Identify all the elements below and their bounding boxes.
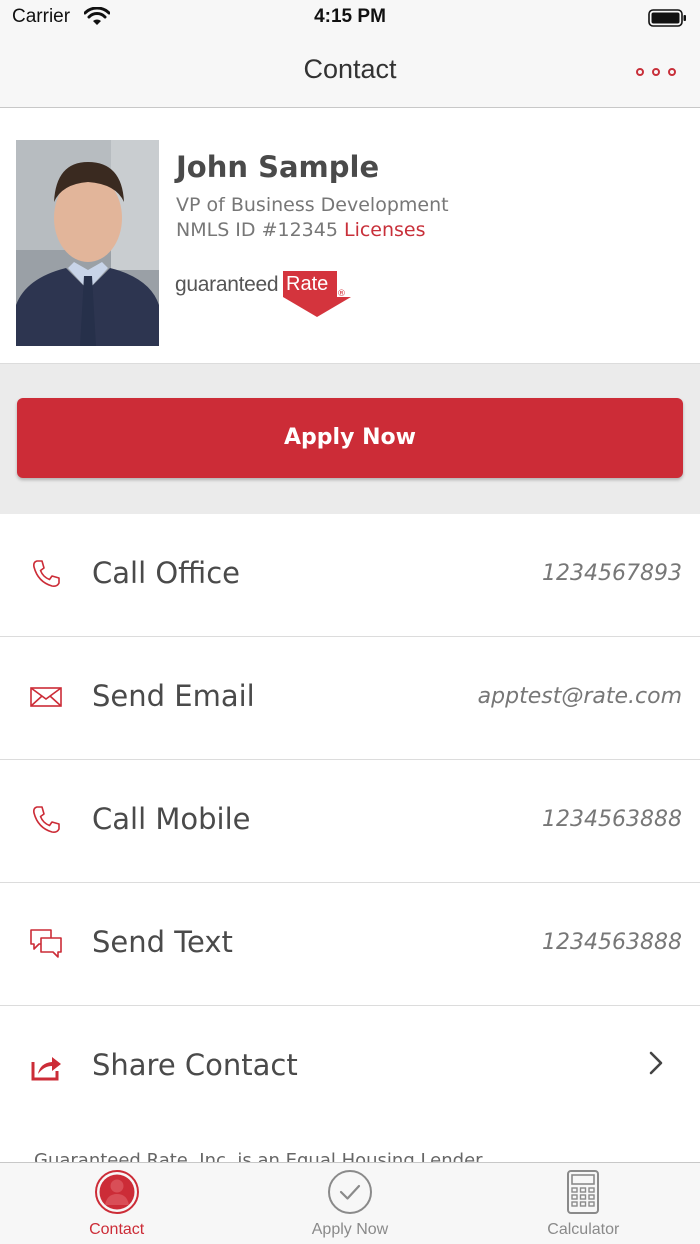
person-icon	[94, 1170, 139, 1214]
tab-calculator-label: Calculator	[547, 1221, 620, 1238]
call-mobile-value: 1234563888	[542, 807, 682, 832]
send-text-value: 1234563888	[542, 930, 682, 955]
tab-contact[interactable]: Contact	[0, 1163, 233, 1244]
logo-text: guaranteed	[175, 273, 279, 296]
tab-bar: Contact Apply Now Calculator	[0, 1162, 700, 1244]
status-bar: Carrier 4:15 PM	[0, 0, 700, 36]
call-mobile-label: Call Mobile	[92, 802, 251, 836]
page-title: Contact	[303, 54, 397, 84]
calculator-icon	[567, 1170, 600, 1214]
apply-section: Apply Now	[0, 364, 700, 514]
call-office-label: Call Office	[92, 556, 241, 590]
envelope-icon	[30, 687, 62, 707]
status-time: 4:15 PM	[314, 6, 386, 27]
profile-card: John Sample VP of Business Development N…	[0, 108, 700, 364]
chat-bubbles-icon	[30, 929, 62, 958]
profile-nmls: NMLS ID #12345 Licenses	[176, 219, 426, 241]
company-logo: guaranteed Rate ®	[175, 271, 355, 319]
phone-icon	[33, 806, 60, 833]
more-options-icon[interactable]	[636, 64, 676, 80]
profile-job-title: VP of Business Development	[176, 194, 449, 216]
navigation-bar: Contact	[0, 36, 700, 108]
send-email-label: Send Email	[92, 679, 255, 713]
phone-icon	[33, 560, 60, 587]
send-text-label: Send Text	[92, 925, 233, 959]
logo-highlight: Rate	[283, 271, 337, 297]
send-text-row[interactable]: Send Text 1234563888	[0, 883, 700, 1006]
call-mobile-row[interactable]: Call Mobile 1234563888	[0, 760, 700, 883]
battery-icon	[648, 9, 686, 27]
profile-name: John Sample	[176, 150, 380, 184]
nmls-id: NMLS ID #12345	[176, 219, 338, 241]
share-contact-row[interactable]: Share Contact	[0, 1006, 700, 1129]
call-office-row[interactable]: Call Office 1234567893	[0, 514, 700, 637]
share-icon	[31, 1057, 61, 1081]
licenses-link[interactable]: Licenses	[344, 219, 426, 241]
logo-registered: ®	[337, 289, 346, 299]
tab-apply-now-label: Apply Now	[311, 1221, 389, 1238]
call-office-value: 1234567893	[542, 561, 682, 586]
send-email-row[interactable]: Send Email apptest@rate.com	[0, 637, 700, 760]
contact-actions-list: Call Office 1234567893 Send Email apptes…	[0, 514, 700, 1129]
tab-calculator[interactable]: Calculator	[467, 1163, 700, 1244]
tab-contact-label: Contact	[89, 1221, 145, 1238]
share-contact-label: Share Contact	[92, 1048, 298, 1082]
tab-apply-now[interactable]: Apply Now	[233, 1163, 466, 1244]
chevron-right-icon	[649, 1051, 663, 1075]
avatar	[16, 140, 159, 346]
apply-now-button[interactable]: Apply Now	[17, 398, 683, 478]
logo-arrow-icon	[283, 297, 351, 317]
checkmark-circle-icon	[327, 1170, 372, 1214]
send-email-value: apptest@rate.com	[477, 684, 682, 709]
